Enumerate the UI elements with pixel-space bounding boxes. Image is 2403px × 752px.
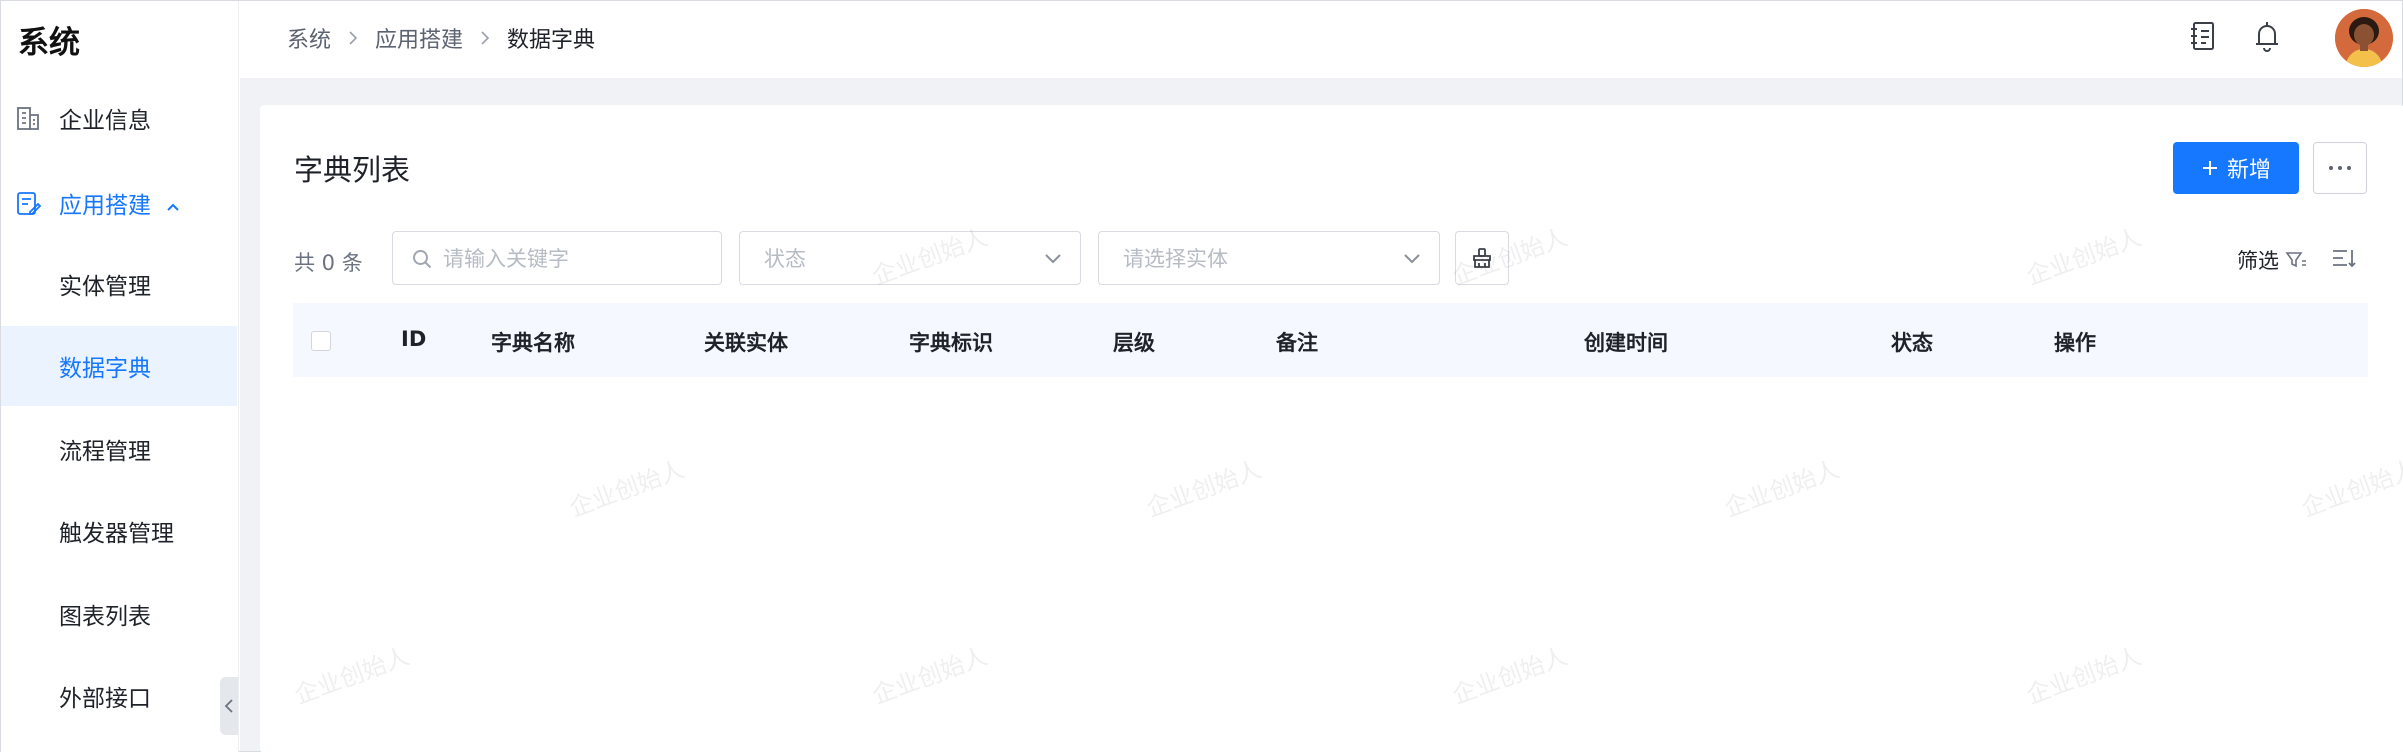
sidebar-item-label: 触发器管理 <box>59 521 174 547</box>
record-count: 共 0 条 <box>294 251 363 275</box>
notebook-icon[interactable] <box>2187 19 2219 53</box>
sidebar-item-label: 实体管理 <box>59 274 151 300</box>
edit-doc-icon <box>15 190 42 217</box>
column-header-id[interactable]: ID <box>401 327 426 351</box>
broom-icon <box>1473 248 1491 268</box>
column-header-level[interactable]: 层级 <box>1113 327 1155 357</box>
sidebar-collapse-button[interactable] <box>220 677 238 735</box>
column-header-related-entity[interactable]: 关联实体 <box>704 327 788 357</box>
sidebar-item-label: 图表列表 <box>59 604 151 630</box>
clear-filters-button[interactable] <box>1455 231 1509 285</box>
search-placeholder: 请输入关键字 <box>443 247 569 271</box>
sidebar-item-app-build[interactable]: 应用搭建 <box>1 163 237 243</box>
sidebar: 系统 企业信息 应用搭建 实体管理 数据字典 流程管理 触发器管理 图表列表 外… <box>1 1 239 752</box>
filter-icon <box>2285 252 2306 268</box>
sidebar-item-entity-management[interactable]: 实体管理 <box>1 244 237 324</box>
column-header-actions[interactable]: 操作 <box>2054 327 2096 357</box>
sidebar-item-company-info[interactable]: 企业信息 <box>1 78 237 158</box>
search-icon <box>413 250 432 269</box>
status-placeholder: 状态 <box>764 247 806 271</box>
app-window: 系统 企业信息 应用搭建 实体管理 数据字典 流程管理 触发器管理 图表列表 外… <box>0 0 2403 752</box>
status-select[interactable]: 状态 <box>739 231 1081 285</box>
column-header-created-time[interactable]: 创建时间 <box>1584 327 1668 357</box>
chevron-left-icon <box>224 699 233 713</box>
building-icon <box>15 105 42 132</box>
main-card <box>260 105 2403 752</box>
add-button[interactable]: 新增 <box>2173 142 2299 194</box>
table-header: ID 字典名称 关联实体 字典标识 层级 备注 创建时间 状态 操作 <box>293 303 2368 377</box>
column-settings-icon[interactable] <box>2331 247 2357 269</box>
filter-toggle[interactable]: 筛选 <box>2237 245 2307 275</box>
plus-icon <box>2202 161 2217 175</box>
chevron-right-icon <box>481 31 490 45</box>
breadcrumb-item-system[interactable]: 系统 <box>287 22 331 54</box>
sidebar-item-chart-list[interactable]: 图表列表 <box>1 574 237 654</box>
chevron-down-icon <box>1045 254 1061 264</box>
chevron-right-icon <box>349 31 358 45</box>
sidebar-item-label: 数据字典 <box>59 356 151 382</box>
breadcrumb-item-app-build[interactable]: 应用搭建 <box>375 22 463 54</box>
breadcrumb-item-current: 数据字典 <box>507 28 596 53</box>
avatar[interactable] <box>2335 9 2393 67</box>
add-button-label: 新增 <box>2226 158 2271 183</box>
top-bar: 系统 应用搭建 数据字典 <box>240 1 2402 79</box>
more-actions-button[interactable] <box>2313 142 2367 194</box>
breadcrumb: 系统 应用搭建 数据字典 <box>287 22 595 54</box>
page-title: 字典列表 <box>294 153 411 187</box>
sidebar-item-process-management[interactable]: 流程管理 <box>1 409 237 489</box>
sidebar-item-label: 外部接口 <box>59 686 151 712</box>
entity-placeholder: 请选择实体 <box>1123 247 1228 271</box>
chevron-down-icon <box>1404 254 1420 264</box>
brand-title: 系统 <box>18 25 80 61</box>
sidebar-item-label: 流程管理 <box>59 439 151 465</box>
sidebar-item-label: 企业信息 <box>59 108 151 134</box>
column-header-status[interactable]: 状态 <box>1891 327 1933 357</box>
column-header-dict-key[interactable]: 字典标识 <box>909 327 993 357</box>
chevron-up-icon <box>165 195 181 211</box>
search-input[interactable]: 请输入关键字 <box>392 231 722 285</box>
filter-label: 筛选 <box>2237 249 2279 273</box>
column-header-remark[interactable]: 备注 <box>1276 327 1318 357</box>
sidebar-item-label: 应用搭建 <box>59 193 151 219</box>
select-all-checkbox[interactable] <box>311 331 331 351</box>
column-header-dict-name[interactable]: 字典名称 <box>491 327 575 357</box>
sidebar-item-data-dictionary[interactable]: 数据字典 <box>1 326 237 406</box>
sidebar-item-trigger-management[interactable]: 触发器管理 <box>1 491 237 571</box>
ellipsis-icon <box>2329 166 2351 170</box>
entity-select[interactable]: 请选择实体 <box>1098 231 1440 285</box>
sidebar-item-external-api[interactable]: 外部接口 <box>1 656 237 736</box>
bell-icon[interactable] <box>2251 19 2283 53</box>
